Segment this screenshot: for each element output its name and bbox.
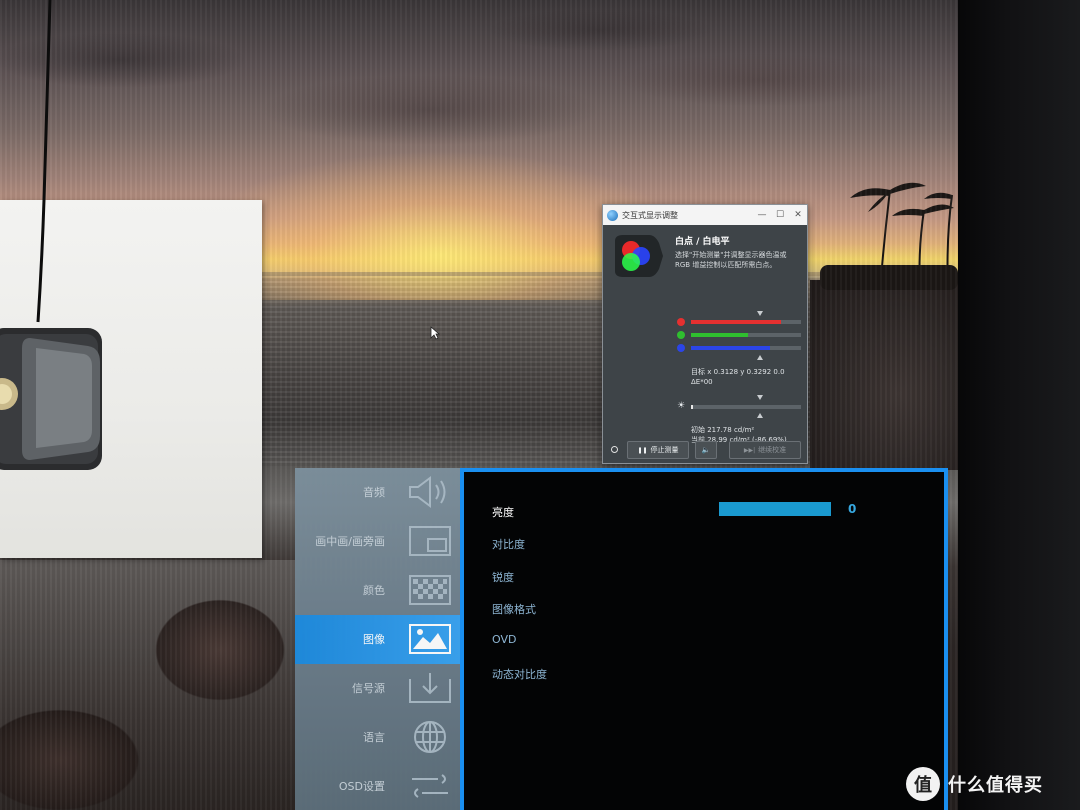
brightness-value: 0 (848, 502, 857, 516)
green-channel-bar (677, 330, 803, 340)
luminance-marker-top (757, 395, 763, 400)
sound-toggle-button[interactable]: 🔈 (695, 441, 717, 459)
input-source-icon (409, 673, 451, 703)
setting-image-format[interactable]: 图像格式 (492, 601, 536, 617)
speaker-icon (409, 476, 446, 508)
osd-item-label: 音频 (363, 486, 385, 499)
osd-item-label: 语言 (363, 731, 385, 744)
osd-item-label: 颜色 (363, 584, 385, 597)
close-button[interactable]: ✕ (789, 210, 807, 220)
brightness-slider[interactable] (719, 502, 831, 516)
stop-measurement-button[interactable]: ❚❚ 停止测量 (627, 441, 689, 459)
osd-item-audio[interactable]: 音频 (295, 468, 460, 517)
continue-calibration-label: 继续校准 (758, 446, 787, 454)
skip-icon: ▶▶| (743, 446, 756, 454)
rgb-target-marker-bottom (757, 355, 763, 360)
pip-icon (409, 526, 451, 556)
delta-e-label: ΔE*00 (691, 378, 713, 386)
calibration-window: 交互式显示调整 — ☐ ✕ 白点 / 白电平 选择"开始测量"并调整显示器色温或… (602, 204, 808, 464)
colorimeter-cable (36, 0, 52, 323)
watermark-logo: 值 (906, 767, 940, 801)
rgb-circles-icon (615, 235, 663, 277)
calibration-footer: ❚❚ 停止测量 🔈 ▶▶| 继续校准 (603, 437, 809, 463)
continue-calibration-button[interactable]: ▶▶| 继续校准 (729, 441, 801, 459)
blue-fill (691, 346, 771, 350)
stop-measurement-label: 停止测量 (650, 446, 679, 454)
luminance-marker-bottom (757, 413, 763, 418)
luminance-bar (691, 405, 801, 409)
window-title: 交互式显示调整 (622, 210, 678, 220)
monitor-bezel (958, 0, 1080, 810)
minimize-button[interactable]: — (753, 210, 771, 220)
calibration-body: 白点 / 白电平 选择"开始测量"并调整显示器色温或 RGB 增益控制以匹配所需… (603, 225, 807, 463)
osd-item-image[interactable]: 图像 (295, 615, 460, 664)
osd-item-label: 信号源 (352, 682, 385, 695)
blue-dot-icon (677, 344, 685, 352)
osd-item-input-source[interactable]: 信号源 (295, 664, 460, 713)
picture-icon (409, 624, 451, 654)
speaker-icon: 🔈 (701, 446, 711, 454)
coast-rocks-right (810, 280, 958, 470)
calibration-titlebar[interactable]: 交互式显示调整 — ☐ ✕ (603, 205, 807, 225)
luminance-fill (691, 405, 694, 409)
watermark-text: 什么值得买 (948, 775, 1043, 796)
mouse-cursor (430, 326, 440, 340)
watermark: 值 什么值得买 (906, 764, 1076, 804)
red-dot-icon (677, 318, 685, 326)
setting-dynamic-contrast[interactable]: 动态对比度 (492, 666, 547, 682)
brightness-sun-icon: ☀ (677, 401, 686, 411)
color-grid-icon (409, 575, 451, 605)
calibration-heading: 白点 / 白电平 (675, 237, 730, 247)
pause-icon: ❚❚ (637, 446, 648, 454)
red-fill (691, 320, 782, 324)
rgb-target-marker-top (757, 311, 763, 316)
green-dot-icon (677, 331, 685, 339)
osd-settings-panel: 亮度 0 对比度 锐度 图像格式 OVD 动态对比度 (460, 468, 948, 810)
target-readout: 目标 x 0.3128 y 0.3292 0.0 ΔE*00 (691, 367, 785, 387)
osd-item-label: 画中画/画旁画 (315, 535, 385, 548)
osd-item-language[interactable]: 语言 (295, 713, 460, 762)
osd-item-osd-settings[interactable]: OSD设置 (295, 762, 460, 810)
wrench-icon (412, 774, 448, 798)
setting-brightness[interactable]: 亮度 (492, 504, 514, 520)
setting-ovd[interactable]: OVD (492, 633, 516, 646)
osd-category-menu: 音频 画中画/画旁画 颜色 图像 信号源 语言 OSD设置 (295, 468, 460, 810)
calibration-instructions: 选择"开始测量"并调整显示器色温或 RGB 增益控制以匹配所需白点。 (675, 251, 787, 269)
target-coordinates: 目标 x 0.3128 y 0.3292 0.0 (691, 368, 785, 376)
colorimeter-device (0, 328, 102, 470)
red-channel-bar (677, 317, 803, 327)
green-fill (691, 333, 749, 337)
blue-channel-bar (677, 343, 803, 353)
status-ring-icon (611, 446, 618, 453)
osd-item-color[interactable]: 颜色 (295, 566, 460, 615)
osd-item-pip[interactable]: 画中画/画旁画 (295, 517, 460, 566)
maximize-button[interactable]: ☐ (771, 210, 789, 220)
osd-item-label: 图像 (363, 633, 385, 646)
coast-rocks-left (0, 560, 300, 810)
palm-trees (820, 182, 958, 290)
setting-sharpness[interactable]: 锐度 (492, 569, 514, 585)
osd-item-label: OSD设置 (338, 780, 385, 793)
app-logo-icon (607, 209, 618, 221)
initial-luminance: 初始 217.78 cd/m² (691, 426, 755, 434)
globe-icon (414, 721, 446, 753)
setting-contrast[interactable]: 对比度 (492, 536, 525, 552)
